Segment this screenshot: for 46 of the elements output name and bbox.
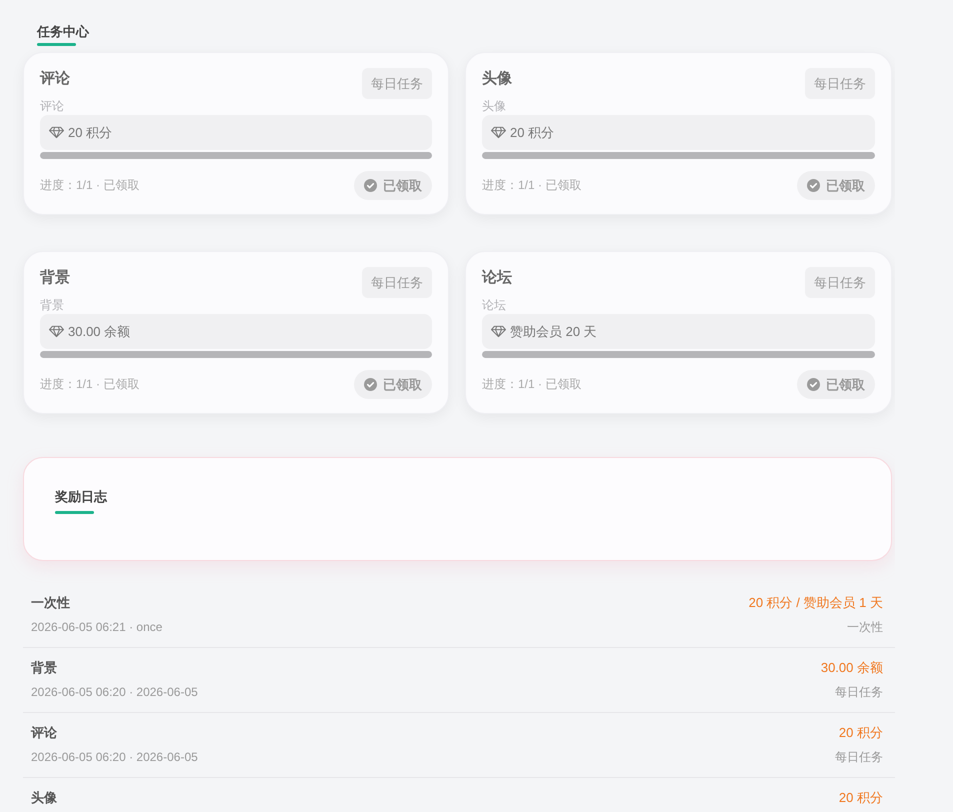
reward-text: 20 积分 [510, 124, 554, 142]
task-description: 头像 [482, 99, 506, 113]
entry-type: 每日任务 [835, 750, 883, 764]
progress-text: 进度：1/1 · 已领取 [482, 177, 582, 194]
task-type-tag: 每日任务 [362, 267, 432, 298]
entry-reward: 20 积分 [838, 790, 883, 805]
check-circle-icon [807, 378, 820, 391]
task-description: 论坛 [482, 298, 506, 312]
reward-text: 赞助会员 20 天 [510, 322, 597, 340]
entry-type: 一次性 [847, 620, 883, 634]
check-circle-icon [807, 179, 820, 192]
section-title: 任务中心 [37, 23, 89, 41]
task-description: 评论 [40, 99, 64, 113]
task-title: 背景 [40, 268, 70, 288]
task-type-tag: 每日任务 [362, 68, 432, 99]
task-title: 论坛 [482, 268, 512, 288]
title-underline [37, 43, 76, 46]
entry-title: 一次性 [31, 595, 70, 610]
entry-title: 评论 [31, 725, 57, 740]
section-title: 奖励日志 [55, 488, 107, 506]
entry-reward: 20 积分 / 赞助会员 1 天 [748, 595, 883, 610]
check-circle-icon [364, 378, 377, 391]
entry-reward: 30.00 余额 [820, 660, 883, 675]
entry-reward: 20 积分 [838, 725, 883, 740]
diamond-icon [491, 126, 506, 139]
diamond-icon [49, 325, 64, 338]
task-title: 头像 [482, 69, 512, 89]
diamond-icon [491, 325, 506, 338]
check-circle-icon [364, 179, 377, 192]
progress-text: 进度：1/1 · 已领取 [40, 376, 140, 393]
entry-meta: 2026-06-05 06:20 · 2026-06-05 [31, 685, 198, 699]
task-type-tag: 每日任务 [805, 267, 875, 298]
entry-meta: 2026-06-05 06:20 · 2026-06-05 [31, 750, 198, 764]
task-title: 评论 [40, 69, 70, 89]
entry-meta: 2026-06-05 06:21 · once [31, 620, 162, 634]
entry-title: 背景 [31, 660, 57, 675]
reward-text: 20 积分 [68, 124, 112, 142]
entry-type: 每日任务 [835, 685, 883, 699]
task-type-tag: 每日任务 [805, 68, 875, 99]
title-underline [55, 511, 94, 514]
progress-text: 进度：1/1 · 已领取 [482, 376, 582, 393]
entry-title: 头像 [31, 790, 57, 805]
reward-text: 30.00 余额 [68, 322, 130, 340]
diamond-icon [49, 126, 64, 139]
progress-text: 进度：1/1 · 已领取 [40, 177, 140, 194]
task-description: 背景 [40, 298, 64, 312]
